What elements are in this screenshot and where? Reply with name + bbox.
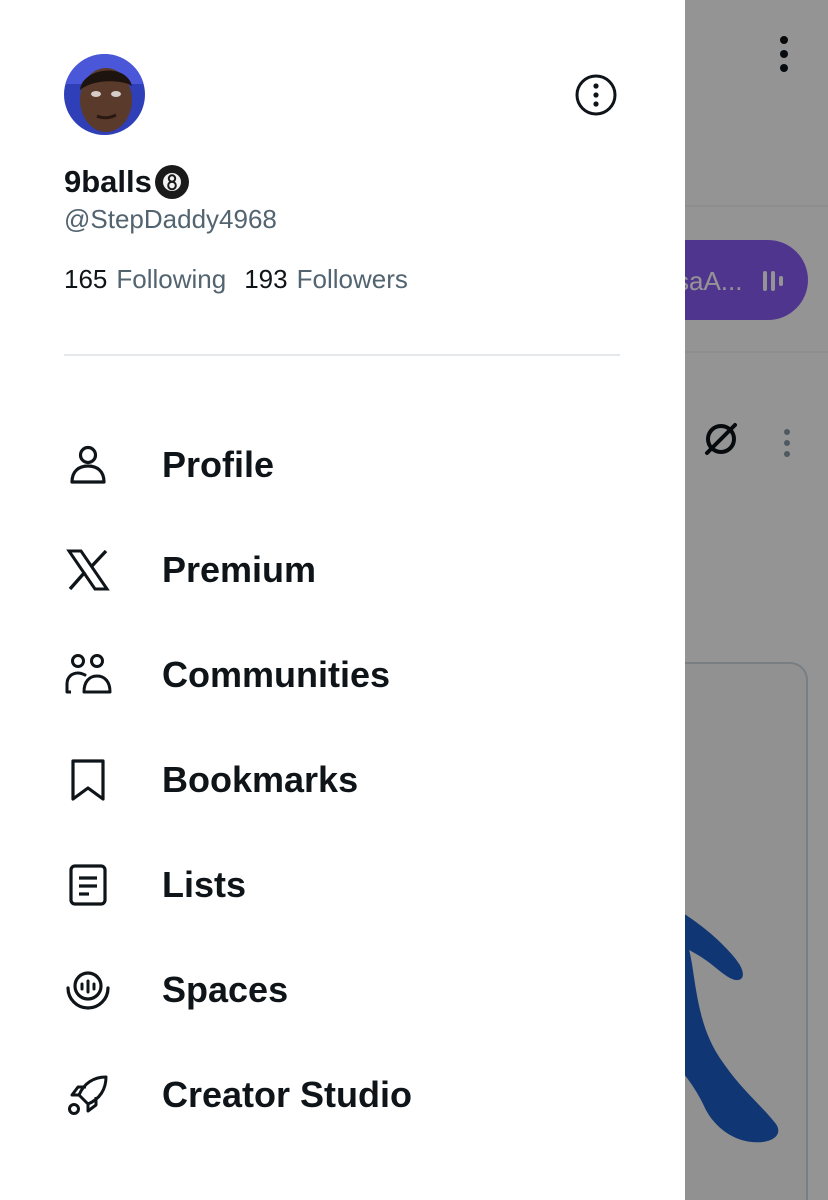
- following-label: Following: [116, 264, 227, 294]
- rocket-icon: [64, 1071, 112, 1119]
- following-count: 165: [64, 264, 108, 294]
- menu-item-profile[interactable]: Profile: [0, 412, 685, 517]
- menu-label: Profile: [162, 443, 275, 485]
- list-icon: [64, 861, 112, 909]
- person-icon: [64, 441, 112, 489]
- followers-count: 193: [244, 264, 288, 294]
- follow-stats: 165 Following 193 Followers: [64, 264, 408, 295]
- followers-label: Followers: [296, 264, 408, 294]
- drawer-menu: Profile Premium Communities Bookmarks Li…: [0, 412, 685, 1147]
- menu-item-spaces[interactable]: Spaces: [0, 937, 685, 1042]
- avatar[interactable]: [64, 54, 145, 135]
- menu-item-creator-studio[interactable]: Creator Studio: [0, 1042, 685, 1147]
- spaces-icon: [64, 966, 112, 1014]
- following-link[interactable]: 165 Following: [64, 264, 226, 295]
- menu-label: Creator Studio: [162, 1073, 413, 1115]
- eight-ball-icon: [154, 164, 190, 200]
- menu-label: Spaces: [162, 968, 289, 1010]
- drawer-divider: [64, 354, 620, 356]
- display-name[interactable]: 9balls: [64, 164, 190, 200]
- app-screen: ade saA...: [0, 0, 828, 1200]
- menu-item-communities[interactable]: Communities: [0, 622, 685, 727]
- menu-label: Communities: [162, 653, 391, 695]
- user-handle: @StepDaddy4968: [64, 204, 277, 234]
- x-logo-icon: [64, 546, 112, 594]
- menu-item-lists[interactable]: Lists: [0, 832, 685, 937]
- display-name-text: 9balls: [64, 164, 152, 199]
- menu-item-bookmarks[interactable]: Bookmarks: [0, 727, 685, 832]
- menu-label: Bookmarks: [162, 758, 359, 800]
- menu-item-premium[interactable]: Premium: [0, 517, 685, 622]
- menu-label: Lists: [162, 863, 247, 905]
- bookmark-icon: [64, 756, 112, 804]
- account-options-icon[interactable]: [574, 73, 618, 117]
- followers-link[interactable]: 193 Followers: [244, 264, 408, 295]
- menu-label: Premium: [162, 548, 317, 590]
- communities-icon: [64, 651, 112, 699]
- navigation-drawer: 9balls @StepDaddy4968 165 Following 193 …: [0, 0, 685, 1200]
